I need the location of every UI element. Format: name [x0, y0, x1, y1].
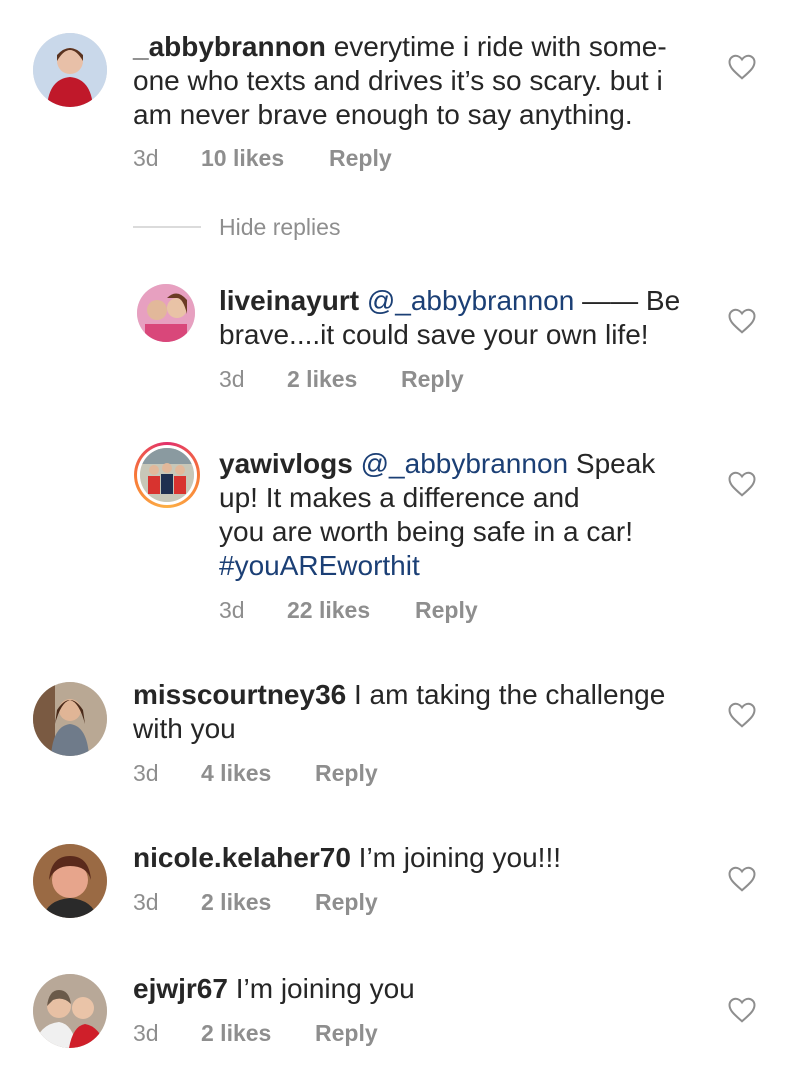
heart-icon[interactable]: [727, 701, 757, 729]
comment-text: liveinayurt @_abbybrannon —— Be: [219, 284, 680, 318]
comment-meta: 3d 10 likes Reply: [133, 145, 392, 172]
timestamp[interactable]: 3d: [219, 597, 287, 624]
comment-line: brave....it could save your own life!: [219, 319, 649, 350]
reply-button[interactable]: Reply: [315, 760, 378, 787]
timestamp[interactable]: 3d: [219, 366, 287, 393]
username[interactable]: yawivlogs: [219, 448, 353, 479]
timestamp[interactable]: 3d: [133, 889, 201, 916]
avatar[interactable]: [33, 974, 107, 1048]
comment-text: _abbybrannon everytime i ride with some-: [133, 30, 667, 64]
comment-line: everytime i ride with some-: [333, 31, 667, 62]
username[interactable]: liveinayurt: [219, 285, 359, 316]
comment-line: up! It makes a difference and: [219, 482, 580, 513]
heart-icon[interactable]: [727, 53, 757, 81]
username[interactable]: misscourtney36: [133, 679, 346, 710]
likes-count[interactable]: 2 likes: [201, 889, 315, 916]
heart-icon[interactable]: [727, 307, 757, 335]
story-ring[interactable]: [134, 442, 200, 508]
comment-text: yawivlogs @_abbybrannon Speak: [219, 447, 655, 481]
comment-line: I’m joining you!!!: [350, 842, 562, 873]
comment-meta: 3d 2 likes Reply: [133, 889, 378, 916]
username[interactable]: nicole.kelaher70: [133, 842, 351, 873]
username[interactable]: ejwjr67: [133, 973, 228, 1004]
comment-meta: 3d 2 likes Reply: [133, 1020, 378, 1047]
heart-icon[interactable]: [727, 470, 757, 498]
avatar[interactable]: [137, 284, 195, 342]
comment-line: am never brave enough to say anything.: [133, 99, 633, 130]
reply-button[interactable]: Reply: [315, 889, 378, 916]
comment-meta: 3d 2 likes Reply: [219, 366, 464, 393]
avatar[interactable]: [33, 844, 107, 918]
avatar[interactable]: [33, 682, 107, 756]
likes-count[interactable]: 22 likes: [287, 597, 415, 624]
heart-icon[interactable]: [727, 996, 757, 1024]
comment-text: misscourtney36 I am taking the challenge: [133, 678, 665, 712]
comment-line: —— Be: [574, 285, 681, 316]
username[interactable]: _abbybrannon: [133, 31, 326, 62]
timestamp[interactable]: 3d: [133, 145, 201, 172]
likes-count[interactable]: 2 likes: [201, 1020, 315, 1047]
likes-count[interactable]: 4 likes: [201, 760, 315, 787]
comment-meta: 3d 22 likes Reply: [219, 597, 478, 624]
comment-text: nicole.kelaher70 I’m joining you!!!: [133, 841, 561, 875]
hashtag-link[interactable]: #youAREworthit: [219, 549, 420, 583]
avatar[interactable]: [33, 33, 107, 107]
reply-button[interactable]: Reply: [329, 145, 392, 172]
likes-count[interactable]: 2 likes: [287, 366, 401, 393]
timestamp[interactable]: 3d: [133, 760, 201, 787]
comment-line: Speak: [568, 448, 656, 479]
reply-button[interactable]: Reply: [315, 1020, 378, 1047]
comment-line: with you: [133, 713, 236, 744]
reply-button[interactable]: Reply: [401, 366, 464, 393]
comment-line: you are worth being safe in a car!: [219, 516, 634, 547]
comment-line: I’m joining you: [227, 973, 415, 1004]
timestamp[interactable]: 3d: [133, 1020, 201, 1047]
avatar: [140, 448, 194, 502]
comment-line: one who texts and drives it’s so scary. …: [133, 65, 663, 96]
mention-link[interactable]: @_abbybrannon: [361, 448, 568, 479]
comment-meta: 3d 4 likes Reply: [133, 760, 378, 787]
mention-link[interactable]: @_abbybrannon: [367, 285, 574, 316]
divider: [133, 226, 201, 228]
reply-button[interactable]: Reply: [415, 597, 478, 624]
likes-count[interactable]: 10 likes: [201, 145, 329, 172]
hide-replies-button[interactable]: Hide replies: [219, 214, 340, 241]
comment-text: ejwjr67 I’m joining you: [133, 972, 415, 1006]
comment-line: I am taking the challenge: [346, 679, 666, 710]
heart-icon[interactable]: [727, 865, 757, 893]
